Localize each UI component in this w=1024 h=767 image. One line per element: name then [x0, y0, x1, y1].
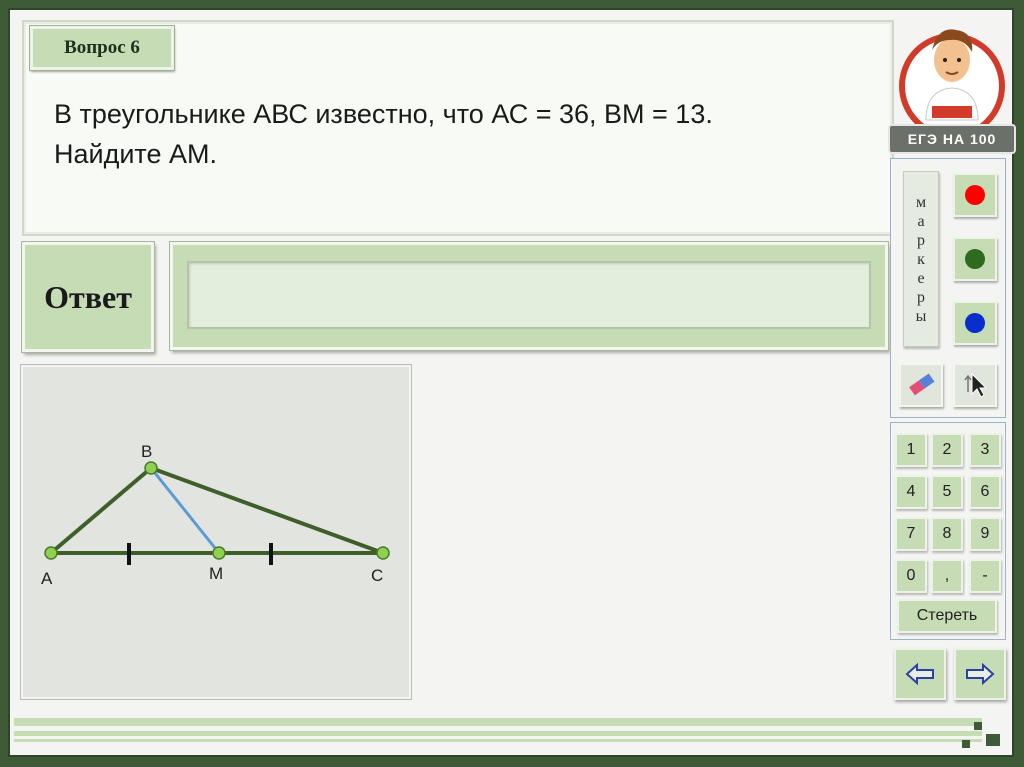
key-1[interactable]: 1	[895, 433, 927, 467]
label-m: M	[209, 564, 223, 583]
keypad: 1 2 3 4 5 6 7 8 9 0 , - Стереть	[890, 422, 1006, 640]
tools-panel: м а р к е р ы	[890, 158, 1006, 418]
side-ab	[49, 466, 153, 555]
key-8[interactable]: 8	[931, 517, 963, 551]
label-b: B	[141, 442, 152, 461]
decorative-stripes	[14, 718, 982, 744]
key-3[interactable]: 3	[969, 433, 1001, 467]
answer-label: Ответ	[21, 241, 155, 353]
arrow-left-icon	[905, 663, 934, 685]
key-6[interactable]: 6	[969, 475, 1001, 509]
question-text: В треугольнике АВС известно, что АС = 36…	[54, 94, 854, 174]
markers-letter: е	[917, 269, 925, 287]
prev-button[interactable]	[894, 648, 946, 700]
key-2[interactable]: 2	[931, 433, 963, 467]
vertex-c	[376, 546, 390, 560]
question-number-tab: Вопрос 6	[29, 25, 175, 71]
green-dot-icon	[965, 249, 985, 269]
arrow-right-icon	[966, 663, 995, 685]
answer-box	[169, 241, 889, 351]
question-line-2: Найдите АМ.	[54, 139, 218, 169]
markers-letter: м	[915, 193, 927, 211]
vertex-a	[44, 546, 58, 560]
triangle-diagram: B A M C	[41, 442, 390, 588]
question-line-1: В треугольнике АВС известно, что АС = 36…	[54, 99, 713, 129]
vertex-b	[144, 461, 158, 475]
markers-letter: ы	[915, 307, 927, 325]
marker-green-button[interactable]	[953, 237, 997, 281]
pointer-button[interactable]	[953, 363, 997, 407]
markers-letter: а	[917, 212, 925, 230]
answer-input[interactable]	[187, 261, 871, 329]
markers-label: м а р к е р ы	[903, 171, 939, 347]
key-comma[interactable]: ,	[931, 559, 963, 593]
eraser-icon	[909, 373, 935, 396]
markers-letter: к	[917, 250, 925, 268]
label-c: C	[371, 566, 383, 585]
next-button[interactable]	[954, 648, 1006, 700]
key-5[interactable]: 5	[931, 475, 963, 509]
corner-decoration	[962, 722, 1000, 748]
marker-red-button[interactable]	[953, 173, 997, 217]
key-0[interactable]: 0	[895, 559, 927, 593]
vertex-m	[212, 546, 226, 560]
logo-text: ЕГЭ НА 100	[888, 124, 1016, 154]
key-minus[interactable]: -	[969, 559, 1001, 593]
markers-letter: р	[917, 231, 925, 249]
blue-dot-icon	[965, 313, 985, 333]
marker-blue-button[interactable]	[953, 301, 997, 345]
key-4[interactable]: 4	[895, 475, 927, 509]
markers-letter: р	[917, 288, 925, 306]
pointer-icon	[964, 372, 988, 398]
clear-button[interactable]: Стереть	[897, 599, 997, 633]
red-dot-icon	[965, 185, 985, 205]
eraser-button[interactable]	[899, 363, 943, 407]
key-9[interactable]: 9	[969, 517, 1001, 551]
key-7[interactable]: 7	[895, 517, 927, 551]
triangle-figure: B A M C	[20, 364, 412, 700]
label-a: A	[41, 569, 53, 588]
